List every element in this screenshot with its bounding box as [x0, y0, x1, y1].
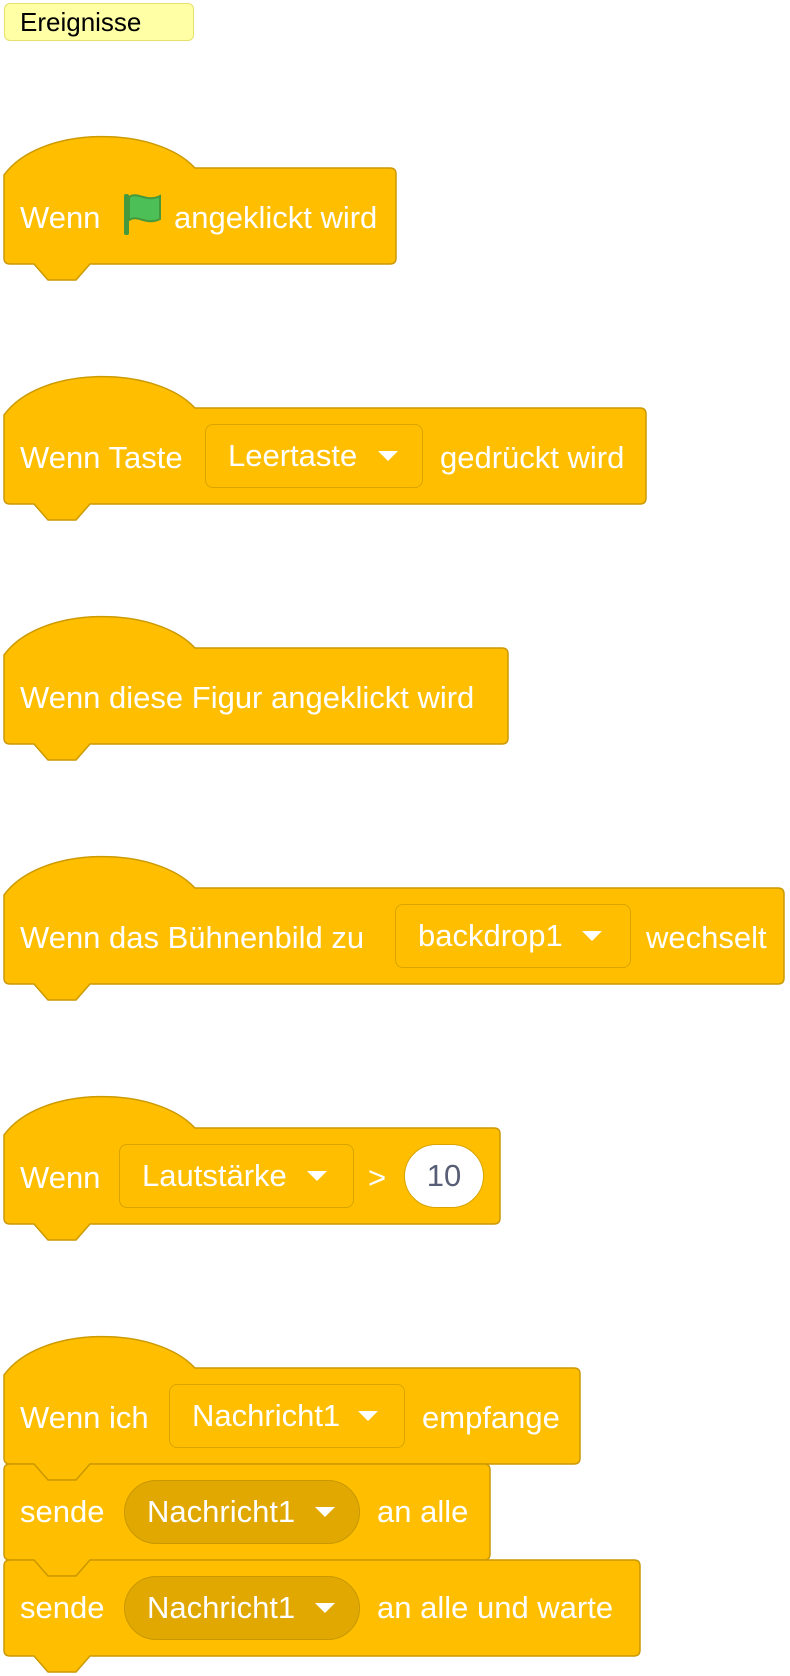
- when-i-receive-block[interactable]: Wenn ich Nachricht1 empfange: [0, 1320, 590, 1481]
- message-dropdown[interactable]: Nachricht1: [124, 1576, 360, 1640]
- block-text: empfange: [422, 1400, 560, 1435]
- dropdown-value: backdrop1: [418, 918, 563, 953]
- key-dropdown[interactable]: Leertaste: [205, 424, 423, 488]
- broadcast-and-wait-block[interactable]: sende Nachricht1 an alle und warte: [0, 1559, 650, 1676]
- block-text: Wenn diese Figur angeklickt wird: [20, 680, 475, 715]
- block-text: sende: [20, 1494, 105, 1529]
- caret-down-icon: [582, 931, 602, 941]
- block-text: gedrückt wird: [440, 440, 625, 475]
- when-backdrop-switches-block[interactable]: Wenn das Bühnenbild zu backdrop1 wechsel…: [0, 840, 790, 1001]
- caret-down-icon: [315, 1603, 335, 1613]
- block-text: Wenn Taste: [20, 440, 183, 475]
- message-dropdown[interactable]: Nachricht1: [124, 1480, 360, 1544]
- dropdown-value: Leertaste: [228, 438, 358, 473]
- block-text: an alle: [377, 1494, 469, 1529]
- message-dropdown[interactable]: Nachricht1: [169, 1384, 405, 1448]
- block-text: Wenn: [20, 1160, 101, 1195]
- when-flag-clicked-block[interactable]: Wenn angeklickt wird: [0, 120, 400, 281]
- operator-label: >: [368, 1160, 387, 1195]
- dropdown-value: Lautstärke: [142, 1158, 287, 1193]
- block-text: wechselt: [646, 920, 767, 955]
- value-input[interactable]: 10: [404, 1144, 484, 1208]
- category-label-events[interactable]: Ereignisse: [4, 3, 194, 41]
- caret-down-icon: [358, 1411, 378, 1421]
- block-text: angeklickt wird: [174, 200, 378, 235]
- green-flag-icon: [124, 194, 161, 235]
- caret-down-icon: [378, 451, 398, 461]
- caret-down-icon: [315, 1507, 335, 1517]
- block-text: Wenn: [20, 200, 101, 235]
- caret-down-icon: [307, 1171, 327, 1181]
- block-text: sende: [20, 1590, 105, 1625]
- dropdown-value: Nachricht1: [147, 1494, 296, 1529]
- block-text: Wenn das Bühnenbild zu: [20, 920, 365, 955]
- dropdown-value: Nachricht1: [147, 1590, 296, 1625]
- when-key-pressed-block[interactable]: Wenn Taste Leertaste gedrückt wird: [0, 360, 650, 521]
- sensor-dropdown[interactable]: Lautstärke: [119, 1144, 354, 1208]
- when-sprite-clicked-block[interactable]: Wenn diese Figur angeklickt wird: [0, 600, 520, 761]
- block-text: an alle und warte: [377, 1590, 614, 1625]
- block-text: Wenn ich: [20, 1400, 149, 1435]
- dropdown-value: Nachricht1: [192, 1398, 341, 1433]
- when-greater-than-block[interactable]: Wenn Lautstärke > 10: [0, 1080, 510, 1241]
- backdrop-dropdown[interactable]: backdrop1: [395, 904, 631, 968]
